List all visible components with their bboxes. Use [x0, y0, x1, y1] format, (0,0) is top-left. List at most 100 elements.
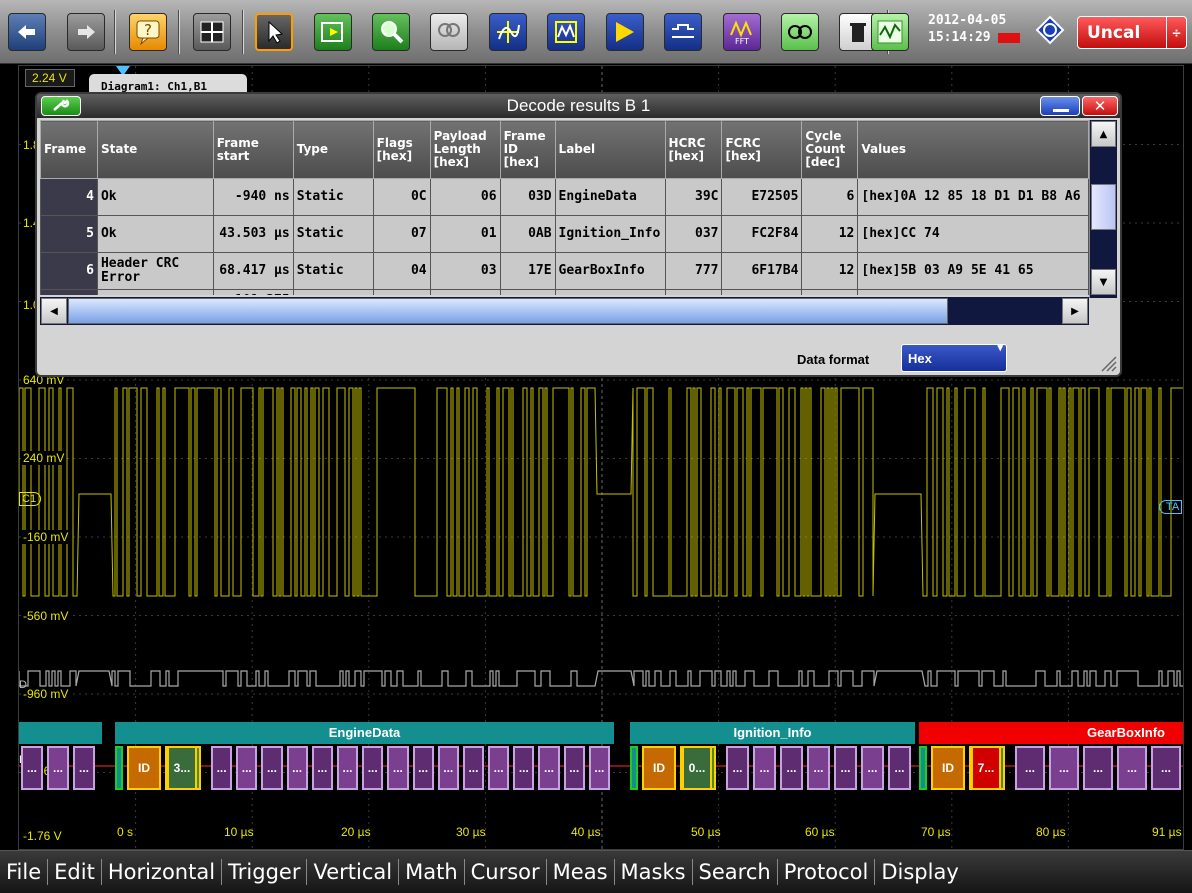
data-segment[interactable]: ... — [1015, 746, 1045, 790]
menu-protocol[interactable]: Protocol — [778, 859, 876, 885]
data-segment[interactable]: ... — [488, 746, 510, 790]
uncal-dropdown-icon[interactable]: ÷ — [1166, 17, 1186, 48]
uncal-button[interactable]: Uncal ÷ — [1077, 16, 1187, 49]
column-header[interactable]: Cycle Count [dec] — [801, 120, 859, 179]
menu-file[interactable]: File — [0, 859, 49, 885]
data-segment[interactable]: ... — [47, 746, 69, 790]
menu-horizontal[interactable]: Horizontal — [102, 859, 223, 885]
table-row[interactable]: 4 Ok -940 ns Static 0C 06 03D EngineData 39C E725… — [40, 178, 1089, 216]
frame-label-gearbox[interactable]: GearBoxInfo — [919, 722, 1183, 744]
menu-search[interactable]: Search — [693, 859, 778, 885]
scroll-down-icon[interactable]: ▼ — [1091, 269, 1116, 295]
frame-start-segment[interactable] — [115, 746, 123, 790]
trigger-marker[interactable]: TA — [1159, 500, 1183, 514]
column-header[interactable]: Payload Length [hex] — [429, 120, 501, 179]
math-button[interactable] — [781, 13, 819, 51]
data-segment[interactable]: ... — [437, 746, 459, 790]
frame-start-segment[interactable] — [919, 746, 927, 790]
spectrum-button[interactable] — [664, 13, 702, 51]
data-segment[interactable]: ... — [362, 746, 384, 790]
scroll-up-icon[interactable]: ▲ — [1091, 121, 1116, 147]
horizontal-scrollbar[interactable]: ◀ ▶ — [40, 297, 1089, 325]
undo-button[interactable] — [8, 13, 46, 51]
table-row[interactable]: 7BSS error101.375 µsUnknown04021C4 5D4000… — [40, 289, 1089, 295]
header-value-segment[interactable]: 3... — [167, 746, 197, 790]
menu-vertical[interactable]: Vertical — [307, 859, 400, 885]
frame-start-segment[interactable] — [630, 746, 638, 790]
table-row[interactable]: 5 Ok 43.503 µs Static 07 01 0AB Ignition_Info 03… — [40, 215, 1089, 253]
fft-button[interactable]: FFT — [723, 13, 761, 51]
scroll-right-icon[interactable]: ▶ — [1062, 298, 1088, 324]
vertical-scrollbar[interactable]: ▲ ▼ — [1089, 120, 1117, 298]
menu-trigger[interactable]: Trigger — [222, 859, 308, 885]
menu-cursor[interactable]: Cursor — [465, 859, 547, 885]
data-segment[interactable]: ... — [21, 746, 43, 790]
data-segment[interactable]: ... — [726, 746, 749, 790]
layout-button[interactable] — [193, 13, 231, 51]
wrench-button[interactable] — [41, 96, 81, 116]
data-segment[interactable]: ... — [888, 746, 911, 790]
data-segment[interactable]: ... — [753, 746, 776, 790]
column-header[interactable]: Values — [857, 120, 1089, 179]
header-value-segment[interactable]: 0... — [682, 746, 712, 790]
column-header[interactable]: Frame start — [212, 120, 294, 179]
menu-math[interactable]: Math — [399, 859, 465, 885]
data-segment[interactable]: ... — [780, 746, 803, 790]
data-segment[interactable]: ... — [1117, 746, 1147, 790]
data-segment[interactable]: ... — [588, 746, 610, 790]
data-segment[interactable]: ... — [73, 746, 95, 790]
histogram-button[interactable] — [547, 13, 585, 51]
zoom-button[interactable] — [314, 13, 352, 51]
column-header[interactable]: FCRC [hex] — [721, 120, 803, 179]
data-segment[interactable]: ... — [236, 746, 258, 790]
column-header[interactable]: HCRC [hex] — [664, 120, 723, 179]
decode-results-dialog[interactable]: Decode results B 1 ✕ Frame State Frame sta… — [35, 92, 1122, 377]
pointer-button[interactable] — [255, 13, 293, 51]
data-segment[interactable]: ... — [412, 746, 434, 790]
help-button[interactable]: ? — [129, 13, 167, 51]
frame-label-enginedata[interactable]: EngineData — [115, 722, 614, 744]
data-segment[interactable]: ... — [1083, 746, 1113, 790]
data-segment[interactable]: ... — [211, 746, 233, 790]
data-segment[interactable]: ... — [834, 746, 857, 790]
data-segment[interactable]: ... — [563, 746, 585, 790]
data-segment[interactable]: ... — [387, 746, 409, 790]
data-segment[interactable]: ... — [861, 746, 884, 790]
frame-label-ignition[interactable]: Ignition_Info — [630, 722, 915, 744]
column-header[interactable]: Label — [554, 120, 666, 179]
magnify-button[interactable] — [372, 13, 410, 51]
channel-marker[interactable]: C1 — [19, 492, 42, 506]
column-header[interactable]: Type — [292, 120, 374, 179]
column-header[interactable]: Frame — [40, 120, 98, 179]
vertical-scroll-thumb[interactable] — [1091, 184, 1116, 230]
menu-edit[interactable]: Edit — [48, 859, 102, 885]
column-header[interactable]: Flags [hex] — [372, 120, 431, 179]
fine-zoom-button[interactable] — [430, 13, 468, 51]
mask-button[interactable] — [606, 13, 644, 51]
minimize-button[interactable] — [1040, 96, 1080, 116]
data-segment[interactable]: ... — [538, 746, 560, 790]
data-segment[interactable]: ... — [807, 746, 830, 790]
redo-button[interactable] — [67, 13, 105, 51]
data-segment[interactable]: ... — [286, 746, 308, 790]
data-segment[interactable]: ... — [1151, 746, 1181, 790]
data-format-select[interactable]: Hex — [901, 341, 1007, 372]
horizontal-scroll-thumb[interactable] — [68, 298, 948, 324]
data-segment[interactable]: ... — [462, 746, 485, 790]
data-segment[interactable]: ... — [513, 746, 535, 790]
measure-button[interactable] — [489, 13, 527, 51]
id-segment[interactable]: ID — [642, 746, 676, 790]
decode-table[interactable]: Frame State Frame start Type Flags [hex] Payl… — [40, 120, 1089, 295]
waveform-button[interactable] — [871, 13, 909, 51]
data-segment[interactable]: ... — [1049, 746, 1079, 790]
data-segment[interactable]: ... — [336, 746, 359, 790]
resize-grip-icon[interactable] — [1096, 351, 1118, 373]
id-segment[interactable]: ID — [931, 746, 965, 790]
menu-meas[interactable]: Meas — [547, 859, 615, 885]
data-segment[interactable]: ... — [261, 746, 283, 790]
close-button[interactable]: ✕ — [1082, 96, 1118, 116]
menu-masks[interactable]: Masks — [615, 859, 693, 885]
column-header[interactable]: State — [96, 120, 214, 179]
data-segment[interactable]: ... — [311, 746, 333, 790]
id-segment[interactable]: ID — [127, 746, 161, 790]
